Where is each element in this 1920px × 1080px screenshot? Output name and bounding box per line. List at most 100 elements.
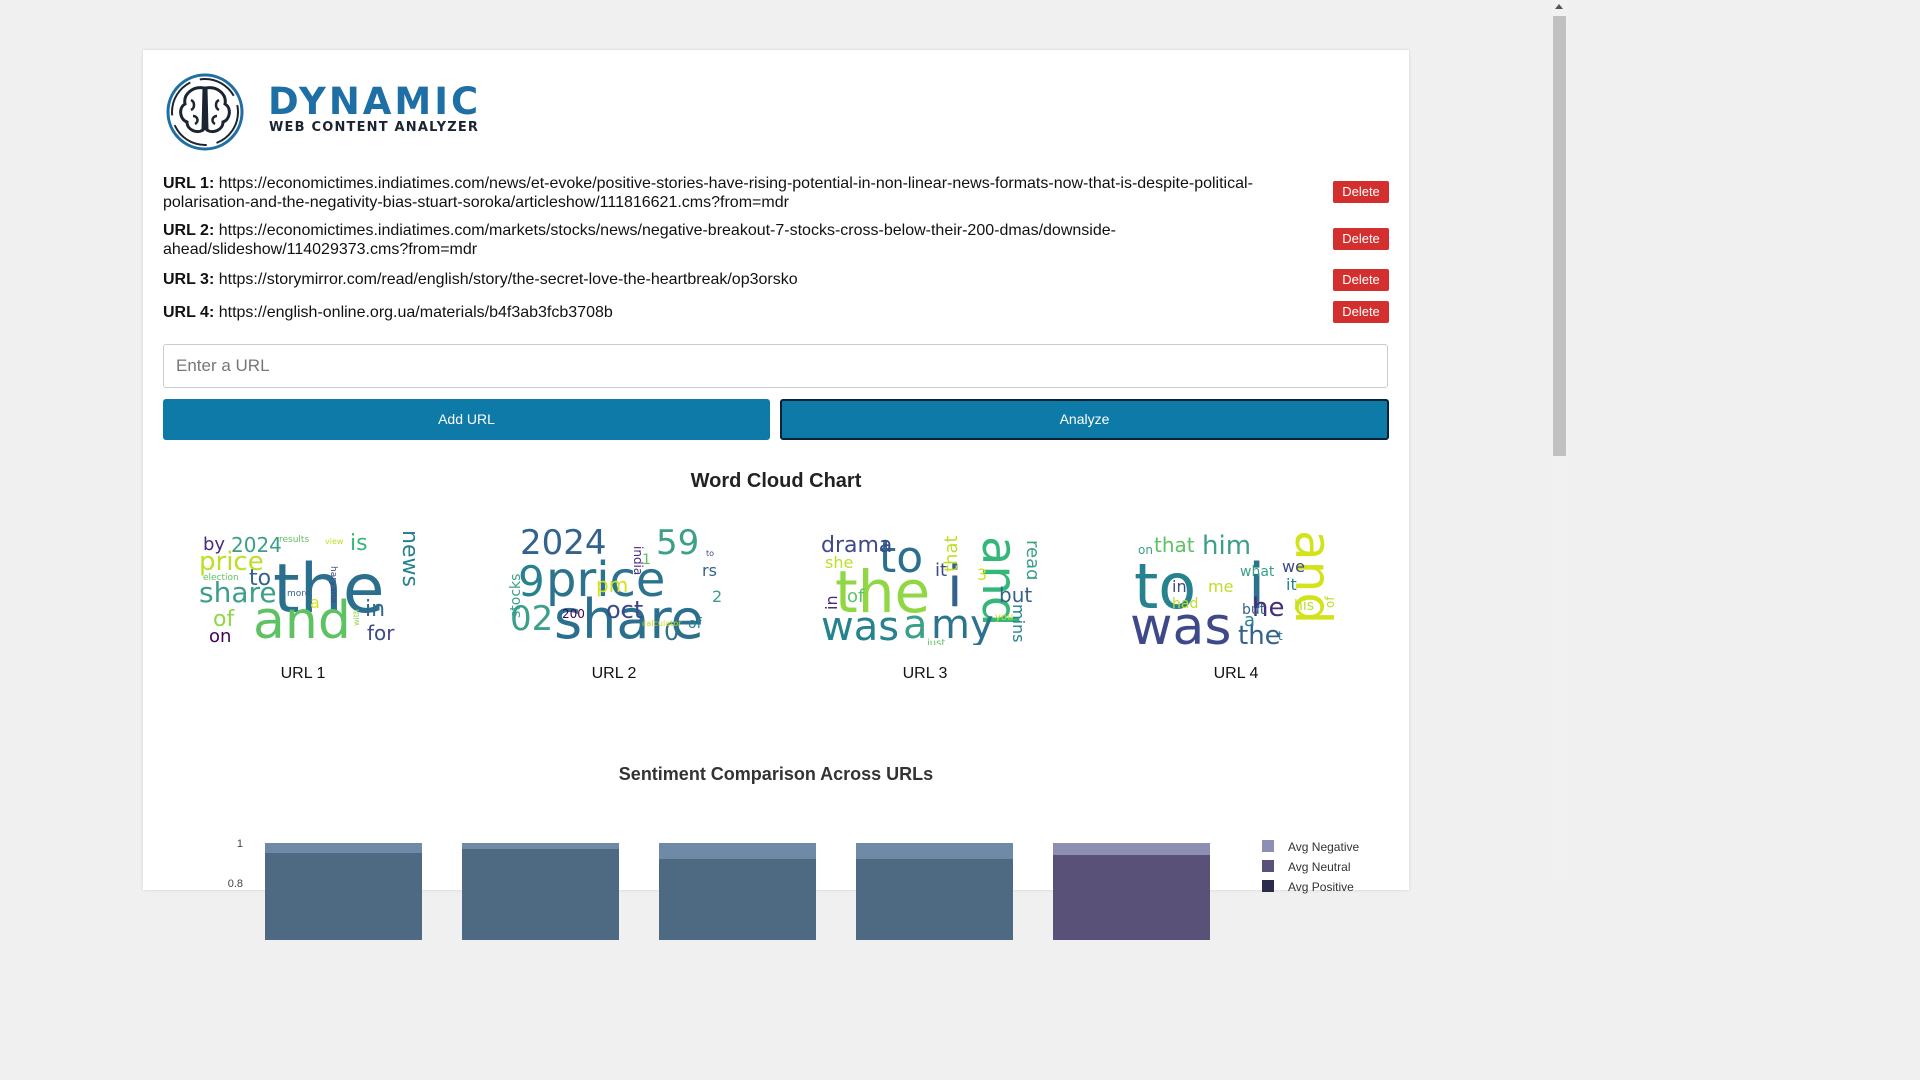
delete-url-button[interactable]: Delete	[1333, 228, 1389, 250]
cloud-word: read	[1022, 540, 1037, 581]
cloud-word: mins	[1009, 604, 1028, 643]
cloud-word: for	[367, 621, 395, 645]
cloud-word: on	[209, 626, 231, 645]
cloud-word: is	[350, 531, 368, 556]
bar-negative-5	[1053, 843, 1210, 855]
cloud-word: that	[1154, 533, 1195, 557]
logo-subtitle: WEB CONTENT ANALYZER	[269, 120, 480, 135]
cloud-word: haryana	[328, 566, 338, 603]
bar-negative-3	[659, 843, 816, 859]
app-logo: DYNAMIC WEB CONTENT ANALYZER	[165, 72, 505, 152]
cloud-word: results	[279, 535, 309, 545]
delete-url-button[interactable]: Delete	[1333, 301, 1389, 323]
url-label: URL 3:	[163, 271, 215, 288]
cloud-word: me	[1208, 577, 1233, 596]
legend-swatch-negative	[1262, 840, 1274, 852]
bar-neutral-4	[856, 859, 1013, 940]
cloud-word: she	[825, 553, 853, 572]
y-tick-label: 0.8	[228, 878, 243, 890]
cloud-label: URL 4	[1213, 665, 1259, 682]
url-row: URL 4: https://english-online.org.ua/mat…	[163, 301, 1389, 323]
bar-negative-4	[856, 843, 1013, 859]
brain-icon	[166, 73, 244, 151]
cloud-label: URL 2	[591, 665, 637, 682]
url-row: URL 1: https://economictimes.indiatimes.…	[163, 174, 1389, 212]
legend-swatch-neutral	[1262, 860, 1274, 872]
cloud-word: to	[706, 549, 714, 558]
cloud-word: in	[365, 597, 385, 622]
legend-swatch-positive	[1262, 880, 1274, 892]
cloud-word: had	[1172, 596, 1198, 612]
cloud-word: in	[1172, 577, 1187, 596]
cloud-word: that	[941, 535, 962, 572]
cloud-word: his	[1294, 598, 1314, 614]
cloud-word: 2024	[231, 533, 282, 557]
word-cloud-url-1: the and share price news to is of in for…	[195, 520, 422, 651]
bar-negative-2	[462, 843, 619, 849]
url-label: URL 4:	[163, 304, 215, 321]
cloud-word: of	[688, 616, 703, 632]
cloud-word: news	[397, 530, 415, 587]
word-cloud-url-4: to i was and the he him that a in me we …	[1128, 520, 1348, 657]
cloud-word: by	[203, 534, 225, 555]
cloud-word: more	[287, 589, 311, 599]
cloud-word: 2	[712, 587, 722, 606]
cloud-word: 200	[562, 607, 585, 621]
logo-title: DYNAMIC	[268, 80, 482, 123]
cloud-word: 59	[656, 523, 699, 563]
cloud-word: election	[203, 573, 239, 583]
bar-negative-1	[265, 843, 422, 853]
sentiment-chart-title: Sentiment Comparison Across URLs	[618, 764, 934, 784]
url-input[interactable]	[163, 344, 1388, 388]
cloud-label: URL 1	[280, 665, 326, 682]
cloud-word: pm	[596, 573, 628, 597]
cloud-word: just	[926, 638, 945, 645]
cloud-word: of	[1323, 596, 1337, 608]
word-cloud-url-3: the and i to was a my drama she it that …	[817, 520, 1043, 650]
cloud-word: to	[249, 566, 271, 591]
cloud-word: calculator	[642, 619, 682, 628]
scroll-up-arrow-icon[interactable]	[1555, 4, 1563, 9]
cloud-word: on	[1138, 543, 1153, 557]
scroll-thumb[interactable]	[1553, 16, 1566, 456]
cloud-word: 3	[977, 565, 987, 584]
cloud-word: view	[325, 537, 344, 546]
legend-label: Avg Negative	[1288, 840, 1359, 854]
cloud-word: t	[1278, 629, 1283, 643]
y-tick-label: 1	[237, 838, 243, 850]
sentiment-chart: 1 0.8 Avg Negative Avg Neutral Avg Posit…	[228, 838, 1359, 940]
cloud-word: it	[1286, 575, 1297, 594]
delete-url-button[interactable]: Delete	[1333, 269, 1389, 291]
url-value: https://storymirror.com/read/english/sto…	[218, 271, 798, 288]
cloud-word: rs	[702, 561, 717, 580]
page-scrollbar[interactable]	[1551, 0, 1568, 882]
cloud-word: you	[995, 612, 1013, 623]
cloud-word: what	[1240, 564, 1275, 580]
cloud-word: a	[310, 593, 320, 612]
analyze-button[interactable]: Analyze	[780, 399, 1389, 440]
cloud-word: we	[1282, 557, 1305, 576]
url-value: https://economictimes.indiatimes.com/mar…	[163, 222, 1116, 258]
bar-neutral-5	[1053, 855, 1210, 940]
url-value: https://economictimes.indiatimes.com/new…	[163, 175, 1253, 211]
cloud-word: 1	[642, 552, 651, 568]
url-row: URL 2: https://economictimes.indiatimes.…	[163, 221, 1389, 259]
url-value: https://english-online.org.ua/materials/…	[218, 304, 613, 321]
cloud-word: oct	[606, 596, 643, 624]
url-row: URL 3: https://storymirror.com/read/engl…	[163, 269, 1389, 291]
cloud-word: a	[903, 602, 928, 645]
bar-neutral-3	[659, 859, 816, 940]
cloud-word: of	[847, 586, 865, 607]
bar-neutral-1	[265, 853, 422, 940]
legend-label: Avg Positive	[1288, 880, 1354, 894]
cloud-label: URL 3	[902, 665, 948, 682]
word-cloud-url-2: share price 2024 59 9 02 oct pm stocks i…	[506, 520, 726, 651]
legend-label: Avg Neutral	[1288, 860, 1350, 874]
cloud-word: but	[1242, 602, 1266, 618]
cloud-word: him	[1202, 531, 1251, 561]
url-label: URL 1:	[163, 175, 215, 192]
delete-url-button[interactable]: Delete	[1333, 181, 1389, 203]
word-cloud-title: Word Cloud Chart	[690, 470, 862, 492]
cloud-word: with	[352, 609, 361, 626]
add-url-button[interactable]: Add URL	[163, 399, 770, 440]
